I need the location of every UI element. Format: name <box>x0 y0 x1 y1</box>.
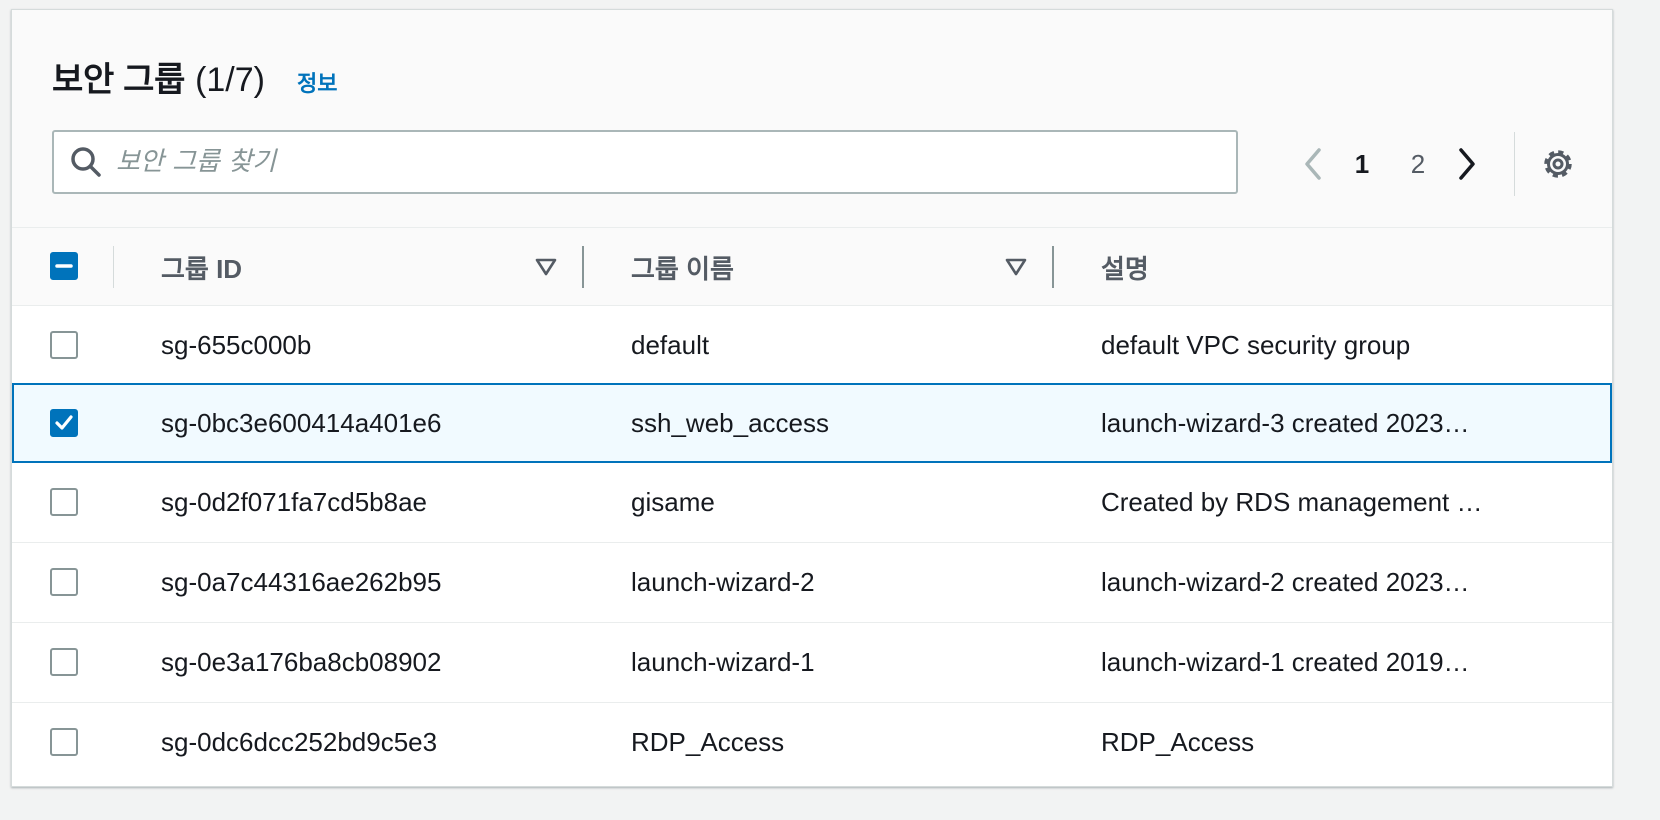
column-resizer[interactable] <box>582 246 584 288</box>
table-row[interactable]: sg-0d2f071fa7cd5b8ae gisame Created by R… <box>12 463 1612 543</box>
description-cell: Created by RDS management … <box>1101 486 1483 517</box>
next-page-button[interactable] <box>1446 144 1486 184</box>
description-cell: launch-wizard-1 created 2019… <box>1101 646 1470 677</box>
description-cell: default VPC security group <box>1101 329 1411 360</box>
page-2-button[interactable]: 2 <box>1390 149 1446 180</box>
group-id-cell: sg-0e3a176ba8cb08902 <box>161 646 442 677</box>
previous-page-button[interactable] <box>1294 144 1334 184</box>
chevron-left-icon <box>1305 148 1321 180</box>
column-resizer[interactable] <box>1052 246 1054 288</box>
sort-down-icon[interactable] <box>1004 255 1028 279</box>
table-header: 그룹 ID 그룹 이름 설명 <box>12 228 1612 306</box>
column-divider <box>113 246 114 288</box>
column-header-group-name[interactable]: 그룹 이름 <box>631 228 734 306</box>
search-field[interactable] <box>52 130 1238 194</box>
group-name-cell: gisame <box>631 486 715 517</box>
row-checkbox[interactable] <box>50 331 78 359</box>
group-id-cell: sg-655c000b <box>161 329 312 360</box>
group-name-cell: RDP_Access <box>631 726 785 757</box>
select-all-checkbox[interactable] <box>50 252 78 280</box>
group-name-cell: launch-wizard-1 <box>631 646 815 677</box>
page-1-button[interactable]: 1 <box>1334 149 1390 180</box>
row-checkbox[interactable] <box>50 488 78 516</box>
preferences-button[interactable] <box>1536 142 1580 186</box>
selection-count: (1/7) <box>195 61 265 99</box>
title-row: 보안 그룹 (1/7) 정보 <box>52 52 337 101</box>
search-input[interactable] <box>116 142 1196 182</box>
row-checkbox-checked[interactable] <box>50 409 78 437</box>
page-title: 보안 그룹 <box>52 61 186 99</box>
table-row-selected[interactable]: sg-0bc3e600414a401e6 ssh_web_access laun… <box>12 383 1612 463</box>
group-name-cell: launch-wizard-2 <box>631 566 815 597</box>
group-id-cell: sg-0a7c44316ae262b95 <box>161 566 442 597</box>
row-checkbox[interactable] <box>50 728 78 756</box>
chevron-right-icon <box>1459 148 1475 180</box>
security-groups-panel: 보안 그룹 (1/7) 정보 1 2 <box>11 9 1613 787</box>
group-id-cell: sg-0bc3e600414a401e6 <box>161 407 442 438</box>
description-cell: RDP_Access <box>1101 726 1255 757</box>
column-header-description[interactable]: 설명 <box>1101 228 1149 306</box>
check-icon <box>55 415 73 430</box>
row-checkbox[interactable] <box>50 568 78 596</box>
panel-header: 보안 그룹 (1/7) 정보 1 2 <box>12 10 1612 228</box>
table-row[interactable]: sg-0a7c44316ae262b95 launch-wizard-2 lau… <box>12 543 1612 623</box>
table-row[interactable]: sg-0e3a176ba8cb08902 launch-wizard-1 lau… <box>12 623 1612 703</box>
group-id-cell: sg-0dc6dcc252bd9c5e3 <box>161 726 438 757</box>
group-name-cell: ssh_web_access <box>631 407 829 438</box>
group-id-cell: sg-0d2f071fa7cd5b8ae <box>161 486 428 517</box>
group-name-cell: default <box>631 329 710 360</box>
description-cell: launch-wizard-2 created 2023… <box>1101 566 1470 597</box>
info-link[interactable]: 정보 <box>297 66 337 98</box>
table-row[interactable]: sg-655c000b default default VPC security… <box>12 306 1612 386</box>
indeterminate-icon <box>55 264 73 268</box>
row-checkbox[interactable] <box>50 648 78 676</box>
table-row[interactable]: sg-0dc6dcc252bd9c5e3 RDP_Access RDP_Acce… <box>12 703 1612 787</box>
gear-icon <box>1544 150 1572 178</box>
column-header-group-id[interactable]: 그룹 ID <box>161 228 242 306</box>
search-icon <box>71 147 101 177</box>
pagination-divider <box>1514 132 1515 196</box>
sort-down-icon[interactable] <box>534 255 558 279</box>
description-cell: launch-wizard-3 created 2023… <box>1101 407 1470 438</box>
pagination: 1 2 <box>1294 134 1486 194</box>
